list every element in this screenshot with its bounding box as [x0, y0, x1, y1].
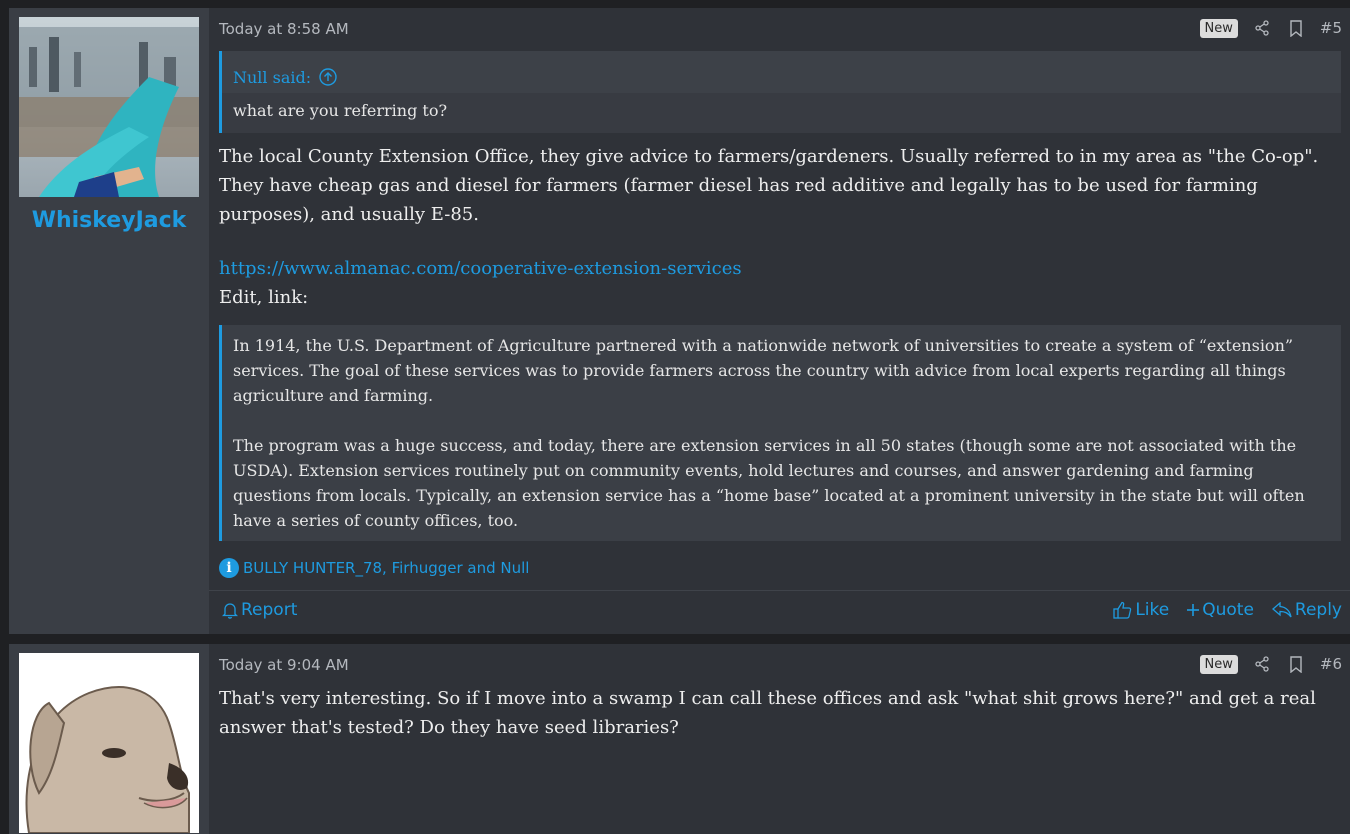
post-content: Today at 9:04 AM New #6 That's very inte…	[209, 644, 1350, 834]
reply-label: Reply	[1294, 600, 1342, 620]
post-message: That's very interesting. So if I move in…	[219, 688, 1316, 738]
post-timestamp[interactable]: Today at 9:04 AM	[219, 656, 349, 674]
edit-note: Edit, link:	[219, 287, 309, 308]
avatar[interactable]	[19, 17, 199, 197]
share-icon[interactable]	[1252, 18, 1272, 38]
new-badge: New	[1199, 18, 1238, 38]
post-timestamp[interactable]: Today at 8:58 AM	[219, 20, 349, 38]
like-label: Like	[1135, 600, 1170, 620]
info-icon: i	[219, 558, 239, 578]
bookmark-icon[interactable]	[1286, 654, 1306, 674]
quote-button[interactable]: Quote	[1187, 600, 1254, 620]
new-badge: New	[1199, 654, 1238, 674]
quote-author[interactable]: Null said:	[233, 68, 311, 87]
reactions-bar[interactable]: i BULLY HUNTER_78, Firhugger and Null	[219, 558, 529, 578]
bookmark-icon[interactable]	[1286, 18, 1306, 38]
bell-icon	[222, 602, 238, 619]
user-info: WhiskeyJack	[9, 8, 209, 634]
username[interactable]: WhiskeyJack	[9, 208, 209, 233]
reply-button[interactable]: Reply	[1271, 600, 1342, 620]
quote-text: what are you referring to?	[222, 93, 1341, 133]
post-number[interactable]: #6	[1320, 655, 1342, 673]
report-button[interactable]: Report	[222, 600, 297, 620]
external-link[interactable]: https://www.almanac.com/cooperative-exte…	[219, 258, 742, 279]
post-header-actions: New #5	[1199, 18, 1342, 38]
plus-icon	[1187, 604, 1200, 616]
user-info	[9, 644, 209, 834]
post-number[interactable]: #5	[1320, 19, 1342, 37]
like-button[interactable]: Like	[1113, 600, 1169, 620]
reply-icon	[1271, 602, 1292, 618]
avatar[interactable]	[19, 653, 199, 833]
arrow-up-circle-icon[interactable]	[319, 68, 337, 86]
excerpt-paragraph-1: In 1914, the U.S. Department of Agricult…	[233, 336, 1294, 405]
report-label: Report	[241, 600, 298, 620]
quote-label: Quote	[1202, 600, 1254, 620]
excerpt-block: In 1914, the U.S. Department of Agricult…	[219, 325, 1341, 541]
post-content: Today at 8:58 AM New #5 Null said: what …	[209, 8, 1350, 634]
reaction-users[interactable]: BULLY HUNTER_78, Firhugger and Null	[243, 559, 529, 577]
post-footer: Report Like Quote Reply	[209, 590, 1350, 635]
post-6: Today at 9:04 AM New #6 That's very inte…	[9, 644, 1350, 834]
share-icon[interactable]	[1252, 654, 1272, 674]
post-header-actions: New #6	[1199, 654, 1342, 674]
quote-block: Null said: what are you referring to?	[219, 51, 1341, 133]
post-message: The local County Extension Office, they …	[219, 146, 1319, 225]
thumbs-up-icon	[1113, 601, 1132, 619]
post-5: WhiskeyJack Today at 8:58 AM New #5 Null…	[9, 8, 1350, 634]
quote-header[interactable]: Null said:	[222, 51, 1341, 93]
excerpt-paragraph-2: The program was a huge success, and toda…	[233, 436, 1305, 530]
